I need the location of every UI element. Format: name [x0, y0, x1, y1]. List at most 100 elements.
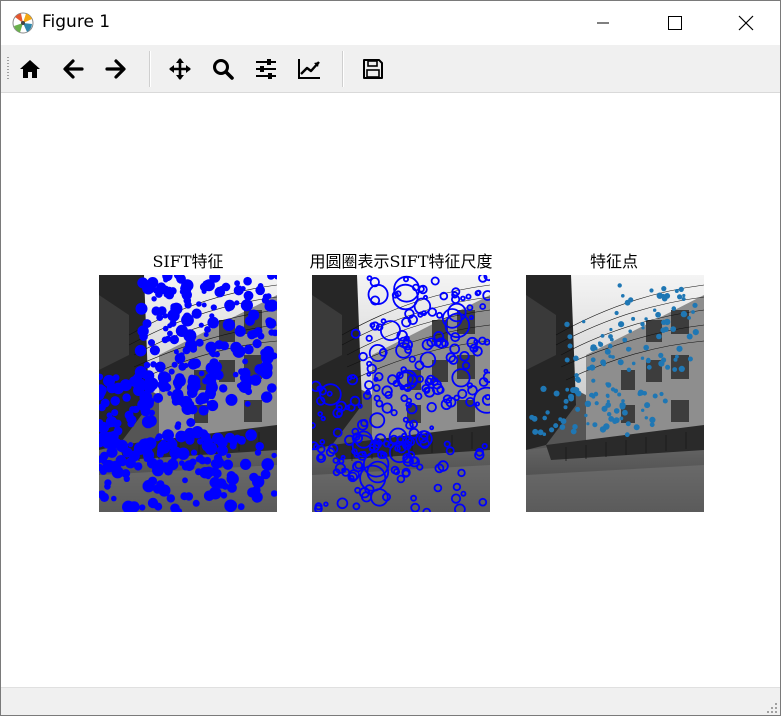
title-bar[interactable]: Figure 1	[1, 1, 780, 45]
arrow-right-icon	[105, 59, 126, 79]
sift-keypoint-dot	[244, 387, 253, 396]
sift-keypoint-dot	[127, 415, 137, 425]
sift-keypoint-dot	[185, 435, 195, 445]
sift-keypoint-dot	[230, 341, 242, 354]
toolbar-grip[interactable]	[7, 57, 9, 81]
subplot-title-sift-scale-circles: 用圆圈表示SIFT特征尺度	[309, 252, 493, 271]
feature-point-dot	[649, 288, 654, 293]
feature-point-dot	[670, 326, 677, 332]
sift-keypoint-dot	[234, 325, 246, 337]
feature-point-dot	[567, 334, 573, 340]
sift-keypoint-dot	[190, 449, 198, 456]
sift-keypoint-dot	[243, 344, 254, 355]
sift-keypoint-dot	[99, 492, 109, 502]
feature-point-dot	[621, 294, 625, 298]
feature-point-dot	[608, 354, 612, 359]
sift-keypoint-dot	[171, 455, 177, 462]
zoom-button[interactable]	[208, 54, 238, 84]
subplot-feature-points[interactable]	[526, 275, 704, 512]
feature-point-dot	[564, 321, 570, 327]
feature-point-dot	[622, 409, 628, 416]
feature-point-dot	[676, 345, 683, 352]
sift-keypoint-dot	[147, 277, 159, 289]
minimize-icon	[597, 22, 609, 24]
feature-point-dot	[692, 329, 699, 336]
figure-canvas[interactable]: SIFT特征 用圆圈表示SIFT特征尺度 特征点	[1, 93, 780, 687]
feature-point-dot	[644, 317, 648, 321]
save-button[interactable]	[358, 54, 388, 84]
feature-point-dot	[692, 302, 698, 308]
home-icon	[20, 60, 40, 78]
subplot-sift-features[interactable]	[99, 275, 277, 512]
feature-point-dot	[656, 333, 662, 340]
sift-keypoint-dot	[202, 280, 209, 287]
sift-keypoint-dot	[191, 308, 202, 319]
feature-point-dot	[540, 385, 547, 392]
sift-keypoint-dot	[192, 499, 200, 507]
sift-keypoint-dot	[162, 325, 169, 332]
sift-keypoint-dot	[156, 459, 164, 467]
back-button[interactable]	[58, 54, 88, 84]
sift-keypoint-dot	[224, 432, 235, 443]
feature-point-dot	[661, 286, 667, 292]
sift-keypoint-dot	[151, 306, 161, 316]
feature-point-dot	[637, 389, 644, 396]
resize-grip-icon[interactable]	[766, 702, 778, 714]
feature-point-dot	[640, 356, 645, 360]
sift-keypoint-dot	[226, 500, 238, 511]
sift-keypoint-dot	[162, 380, 169, 386]
sift-keypoint-dot	[240, 458, 252, 470]
figure-window: Figure 1 SIFT特征 用圆圈表示SIFT特征尺度 特征点	[0, 0, 781, 716]
feature-point-dot	[564, 357, 570, 363]
feature-point-dot	[593, 391, 599, 397]
sift-keypoint-dot	[104, 479, 112, 487]
sift-keypoint-dot	[232, 371, 239, 378]
sift-keypoint-dot	[106, 417, 113, 425]
maximize-button[interactable]	[652, 1, 698, 45]
close-button[interactable]	[723, 1, 769, 45]
sift-keypoint-dot	[135, 302, 148, 315]
move-icon	[169, 58, 191, 80]
feature-point-dot	[621, 399, 625, 403]
sift-keypoint-dot	[221, 482, 229, 490]
minimize-button[interactable]	[580, 1, 626, 45]
edit-axis-button[interactable]	[294, 54, 324, 84]
sift-keypoint-dot	[180, 492, 189, 501]
feature-point-dot	[617, 283, 622, 288]
maximize-icon	[668, 16, 682, 30]
sift-keypoint-dot	[134, 344, 147, 357]
feature-point-dot	[619, 416, 624, 421]
sift-keypoint-dot	[162, 313, 168, 319]
home-button[interactable]	[15, 54, 45, 84]
feature-point-dot	[586, 422, 590, 426]
feature-point-dot	[549, 427, 555, 433]
feature-point-dot	[649, 416, 656, 423]
sift-keypoint-dot	[201, 289, 207, 294]
feature-point-dot	[624, 432, 630, 438]
status-bar	[1, 687, 780, 715]
sift-keypoint-dot	[149, 345, 160, 356]
sift-keypoint-dot	[140, 406, 151, 417]
feature-point-dot	[590, 344, 597, 351]
feature-point-dot	[652, 393, 658, 399]
sift-keypoint-dot	[154, 502, 163, 511]
subplot-title-feature-points: 特征点	[589, 252, 639, 271]
feature-point-dot	[619, 403, 626, 410]
pan-button[interactable]	[165, 54, 195, 84]
feature-point-dot	[598, 342, 604, 347]
feature-point-dot	[614, 310, 619, 316]
sift-keypoint-dot	[134, 462, 143, 471]
sift-keypoint-dot	[139, 504, 146, 511]
sift-keypoint-dot	[181, 431, 187, 437]
configure-subplots-button[interactable]	[251, 54, 281, 84]
subplot-sift-scale-circles[interactable]	[312, 275, 490, 512]
sift-keypoint-dot	[101, 435, 115, 449]
sift-keypoint-dot	[186, 418, 196, 427]
feature-point-dot	[691, 310, 695, 314]
sift-keypoint-dot	[167, 391, 173, 396]
feature-point-dot	[582, 319, 586, 324]
sift-keypoint-dot	[171, 361, 178, 368]
forward-button[interactable]	[101, 54, 131, 84]
sift-keypoint-dot	[201, 302, 207, 308]
feature-point-dot	[660, 327, 666, 333]
